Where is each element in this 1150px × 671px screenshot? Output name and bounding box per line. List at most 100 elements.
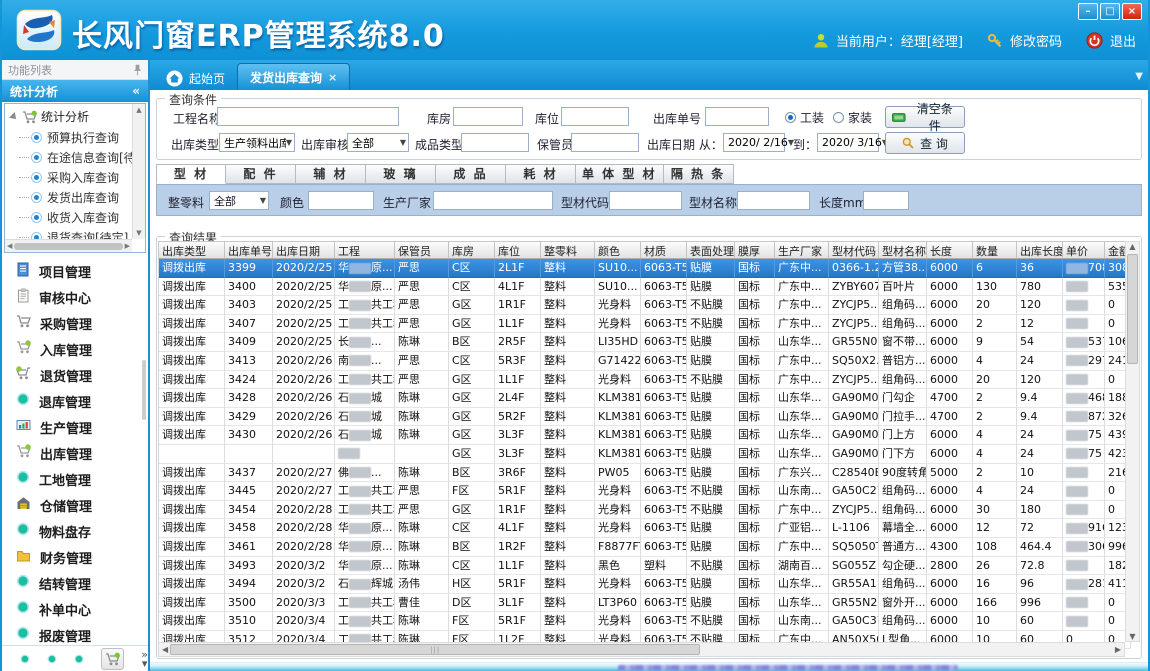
tree-vertical-scrollbar[interactable]: ▲▼	[132, 104, 145, 239]
table-row[interactable]: 调拨出库34072020/2/25工共工程严思G区1L1F整料光身料6063-T…	[159, 315, 1125, 334]
color-input[interactable]	[308, 191, 374, 210]
table-row[interactable]: 调拨出库34372020/2/27佛...陈琳B区3R6F整料PW056063-…	[159, 464, 1125, 483]
table-row[interactable]: 调拨出库34302020/2/26石城陈琳G区3L3F整料KLM38176063…	[159, 426, 1125, 445]
outbound-type-select[interactable]: 生产领料出库▼	[219, 133, 295, 152]
expander-icon[interactable]	[9, 112, 19, 122]
grid-vertical-scrollbar[interactable]: ▲ ▼	[1125, 241, 1140, 642]
material-tab[interactable]: 耗 材	[506, 164, 576, 184]
material-tab[interactable]: 辅 材	[296, 164, 366, 184]
vertical-scroll-thumb[interactable]	[1127, 254, 1138, 364]
audit-select[interactable]: 全部▼	[347, 133, 409, 152]
whole-part-select[interactable]: 全部▼	[209, 191, 269, 210]
radio-home[interactable]: 家装	[833, 109, 872, 126]
sidebar-item-审核中心[interactable]: 审核中心	[2, 284, 148, 310]
table-row[interactable]: 调拨出库34032020/2/25工共工程严思G区1R1F整料光身料6063-T…	[159, 296, 1125, 315]
maximize-button[interactable]: □	[1100, 3, 1120, 20]
table-row[interactable]: 调拨出库34092020/2/25长...陈琳B区2R5F整料LI35HD606…	[159, 333, 1125, 352]
tab-home[interactable]: 起始页	[154, 66, 237, 90]
material-tab[interactable]: 单 体 型 材	[576, 164, 664, 184]
column-header[interactable]: 型材名称	[879, 242, 927, 258]
sidebar-item-补单中心[interactable]: 补单中心	[2, 596, 148, 622]
table-row[interactable]: 调拨出库34242020/2/26工共工程严思G区1L1F整料光身料6063-T…	[159, 371, 1125, 390]
column-header[interactable]: 长度	[927, 242, 973, 258]
sidebar-item-项目管理[interactable]: 项目管理	[2, 258, 148, 284]
column-header[interactable]: 单价	[1063, 242, 1105, 258]
column-header[interactable]: 表面处理	[687, 242, 735, 258]
sidebar-item-工地管理[interactable]: 工地管理	[2, 466, 148, 492]
green-dot-icon[interactable]	[74, 653, 84, 665]
column-header[interactable]: 库位	[495, 242, 541, 258]
column-header[interactable]: 整零料	[541, 242, 595, 258]
sidebar-scrollbar[interactable]	[142, 360, 146, 420]
table-row[interactable]: 调拨出库34452020/2/27工共工程严思F区5R1F整料光身料6063-T…	[159, 482, 1125, 501]
sidebar-item-生产管理[interactable]: 生产管理	[2, 414, 148, 440]
column-header[interactable]: 出库日期	[273, 242, 335, 258]
close-button[interactable]: ×	[1122, 3, 1142, 20]
profile-code-input[interactable]	[609, 191, 682, 210]
table-row[interactable]: 调拨出库33992020/2/25华原...严思C区2L1F整料SU10...6…	[159, 259, 1125, 278]
column-header[interactable]: 保管员	[395, 242, 449, 258]
sidebar-item-报废管理[interactable]: 报废管理	[2, 622, 148, 645]
radio-industrial[interactable]: 工装	[785, 109, 824, 126]
order-no-input[interactable]	[705, 107, 769, 126]
clear-conditions-button[interactable]: 清空条件	[885, 106, 965, 128]
green-dot-icon[interactable]	[47, 653, 57, 665]
table-row[interactable]: G区3L3F整料KLM38176063-T5贴膜国标山东华...GA90M09.…	[159, 445, 1125, 464]
table-row[interactable]: 调拨出库35102020/3/4工共工程陈琳F区5R1F整料光身料6063-T5…	[159, 612, 1125, 631]
column-header[interactable]: 膜厚	[735, 242, 775, 258]
sidebar-item-结转管理[interactable]: 结转管理	[2, 570, 148, 596]
sidebar-item-仓储管理[interactable]: 仓储管理	[2, 492, 148, 518]
material-tab[interactable]: 型 材	[156, 164, 226, 184]
sidebar-item-采购管理[interactable]: 采购管理	[2, 310, 148, 336]
column-header[interactable]: 工程	[335, 242, 395, 258]
column-header[interactable]: 型材代码	[829, 242, 879, 258]
keeper-input[interactable]	[571, 133, 639, 152]
column-header[interactable]: 材质	[641, 242, 687, 258]
date-from-select[interactable]: 2020/ 2/16▼	[723, 133, 785, 152]
tree-item[interactable]: 发货出库查询	[31, 187, 132, 207]
material-tab[interactable]: 玻 璃	[366, 164, 436, 184]
date-to-select[interactable]: 2020/ 3/16▼	[817, 133, 879, 152]
profile-name-input[interactable]	[737, 191, 810, 210]
table-row[interactable]: 调拨出库34292020/2/26石城陈琳G区5R2F整料KLM38176063…	[159, 408, 1125, 427]
scroll-right-icon[interactable]: ▶	[1115, 645, 1121, 654]
column-header[interactable]: 库房	[449, 242, 495, 258]
table-row[interactable]: 调拨出库34282020/2/26石城陈琳G区2L4F整料KLM38176063…	[159, 389, 1125, 408]
table-row[interactable]: 调拨出库35002020/3/3工共工程曹佳D区3L1F整料LT3P606063…	[159, 594, 1125, 613]
tree-root[interactable]: 统计分析	[5, 104, 132, 127]
tab-shipping-outbound-query[interactable]: 发货出库查询 ×	[237, 63, 350, 90]
material-tab[interactable]: 配 件	[226, 164, 296, 184]
table-row[interactable]: 调拨出库34582020/2/28华原...陈琳C区4L1F整料光身料6063-…	[159, 519, 1125, 538]
tree-horizontal-scrollbar[interactable]: ◀▶	[5, 239, 132, 252]
scroll-left-icon[interactable]: ◀	[162, 645, 168, 654]
cart-shortcut-button[interactable]	[101, 648, 125, 670]
sidebar-item-退货管理[interactable]: 退货管理	[2, 362, 148, 388]
sidebar-item-物料盘存[interactable]: 物料盘存	[2, 518, 148, 544]
sidebar-item-入库管理[interactable]: 入库管理	[2, 336, 148, 362]
tree-item[interactable]: 采购入库查询	[31, 167, 132, 187]
material-tab[interactable]: 隔 热 条	[664, 164, 734, 184]
tree-item[interactable]: 退货查询[待定]	[31, 227, 132, 239]
table-row[interactable]: 调拨出库34942020/3/2石辉城汤伟H区5R1F整料光身料6063-T5贴…	[159, 575, 1125, 594]
section-header[interactable]: 统计分析 «	[2, 80, 148, 102]
collapse-icon[interactable]: «	[132, 84, 140, 98]
pin-icon[interactable]	[133, 64, 142, 76]
tree-item[interactable]: 在途信息查询[待	[31, 147, 132, 167]
column-header[interactable]: 出库长度	[1017, 242, 1063, 258]
change-password-link[interactable]: 修改密码	[1010, 31, 1062, 50]
column-header[interactable]: 生产厂家	[775, 242, 829, 258]
scroll-up-icon[interactable]: ▲	[1129, 242, 1135, 251]
search-button[interactable]: 查 询	[885, 132, 965, 154]
length-input[interactable]	[863, 191, 909, 210]
table-row[interactable]: 调拨出库34932020/3/2华原...陈琳C区1L1F整料黑色塑料不贴膜国标…	[159, 557, 1125, 576]
minimize-button[interactable]: –	[1078, 3, 1098, 20]
table-row[interactable]: 调拨出库34612020/2/28华原...陈琳B区1R2F整料F8877FT6…	[159, 538, 1125, 557]
green-dot-icon[interactable]	[20, 653, 30, 665]
location-input[interactable]	[561, 107, 629, 126]
column-header[interactable]: 数量	[973, 242, 1017, 258]
sidebar-item-出库管理[interactable]: 出库管理	[2, 440, 148, 466]
column-header[interactable]: 出库单号	[225, 242, 273, 258]
logout-link[interactable]: 退出	[1110, 31, 1136, 50]
product-type-input[interactable]	[461, 133, 529, 152]
sidebar-item-财务管理[interactable]: 财务管理	[2, 544, 148, 570]
